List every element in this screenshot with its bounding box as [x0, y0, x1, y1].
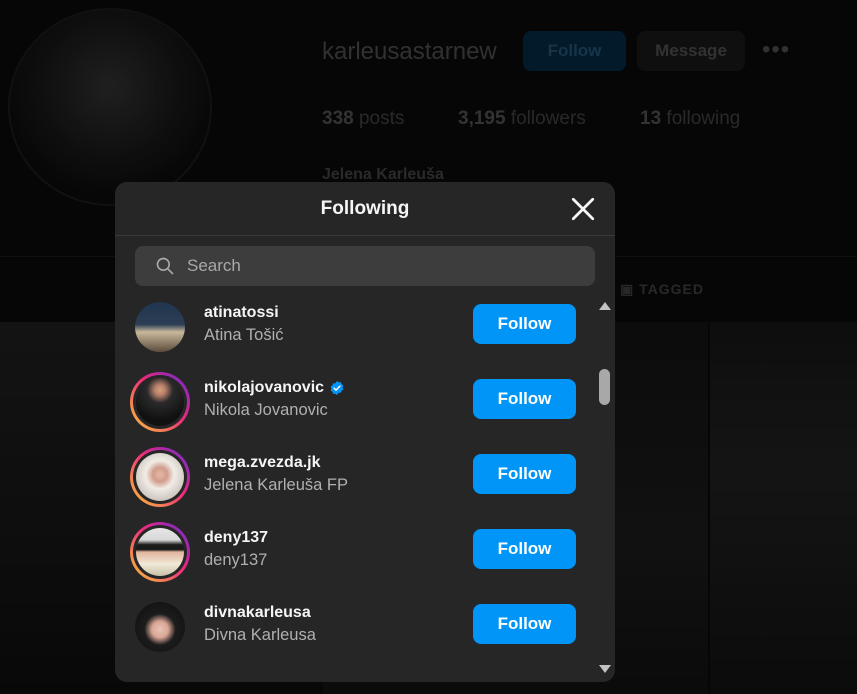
- following-dialog: Following atinatossi Atina Tošić Follow: [115, 182, 615, 682]
- follow-button[interactable]: Follow: [473, 604, 576, 644]
- list-item[interactable]: mega.zvezda.jk Jelena Karleuša FP Follow: [115, 447, 595, 522]
- user-username[interactable]: deny137: [204, 529, 268, 547]
- username-text: atinatossi: [204, 304, 279, 321]
- scrollbar-thumb[interactable]: [599, 369, 610, 405]
- avatar[interactable]: [130, 597, 190, 657]
- list-scrollbar[interactable]: [597, 297, 613, 682]
- user-full-name: Nikola Jovanovic: [204, 401, 328, 419]
- list-item[interactable]: nikolajovanovic Nikola Jovanovic Follow: [115, 372, 595, 447]
- follow-button[interactable]: Follow: [473, 379, 576, 419]
- list-item[interactable]: deny137 deny137 Follow: [115, 522, 595, 597]
- follow-button[interactable]: Follow: [473, 304, 576, 344]
- username-text: nikolajovanovic: [204, 379, 325, 396]
- verified-badge-icon: [330, 381, 344, 395]
- scroll-down-arrow-icon[interactable]: [599, 665, 611, 673]
- dialog-title: Following: [320, 197, 410, 219]
- follow-button[interactable]: Follow: [473, 454, 576, 494]
- close-icon[interactable]: [570, 196, 596, 222]
- user-username[interactable]: divnakarleusa: [204, 604, 311, 622]
- user-username[interactable]: atinatossi: [204, 304, 279, 322]
- search-input[interactable]: [185, 255, 569, 277]
- scroll-up-arrow-icon[interactable]: [599, 302, 611, 310]
- following-list[interactable]: atinatossi Atina Tošić Follow nikolajova…: [115, 297, 595, 682]
- list-item[interactable]: atinatossi Atina Tošić Follow: [115, 297, 595, 372]
- user-full-name: Jelena Karleuša FP: [204, 476, 348, 494]
- user-full-name: Atina Tošić: [204, 326, 284, 344]
- username-text: mega.zvezda.jk: [204, 454, 321, 471]
- follow-button[interactable]: Follow: [473, 529, 576, 569]
- username-text: deny137: [204, 529, 269, 546]
- search-field[interactable]: [135, 246, 595, 286]
- user-full-name: Divna Karleusa: [204, 626, 316, 644]
- avatar-story-ring[interactable]: [130, 372, 190, 432]
- user-username[interactable]: nikolajovanovic: [204, 379, 345, 397]
- user-full-name: deny137: [204, 551, 268, 569]
- avatar-story-ring[interactable]: [130, 447, 190, 507]
- avatar[interactable]: [130, 297, 190, 357]
- avatar-story-ring[interactable]: [130, 522, 190, 582]
- username-text: divnakarleusa: [204, 604, 311, 621]
- dialog-header: Following: [115, 182, 615, 236]
- user-username[interactable]: mega.zvezda.jk: [204, 454, 321, 472]
- search-icon: [156, 257, 174, 275]
- list-item[interactable]: divnakarleusa Divna Karleusa Follow: [115, 597, 595, 672]
